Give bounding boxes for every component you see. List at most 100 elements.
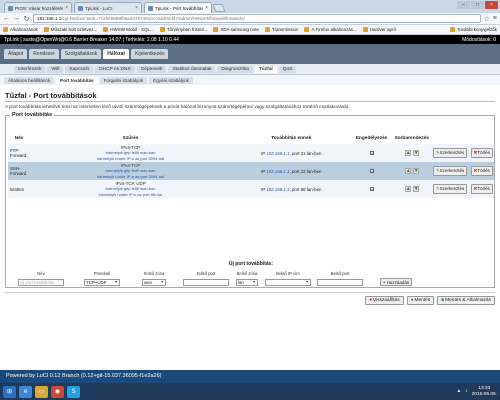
browser-tab-active[interactable]: TpLink - Port továbbítás × [144, 2, 212, 13]
firewall-menu: Általános beállítások Port továbbítás Fo… [0, 75, 500, 85]
tab-firewall[interactable]: Tűzfal [254, 66, 277, 73]
rule-actions: ✎Szerkesztés ✖Törlés [431, 180, 494, 198]
move-up-icon[interactable]: ▲ [404, 150, 411, 156]
bookmarks-more[interactable]: További könyvjelzők [449, 27, 497, 32]
new-name-cell: Új port továbbítás [6, 278, 76, 286]
protocol-select[interactable]: TCP+UDP ▼ [84, 278, 120, 286]
delete-button[interactable]: ✖Törlés [470, 166, 493, 176]
bookmark-item[interactable]: Tőrvényben frissül... [159, 27, 207, 32]
rule-match: IPv4-TCP bármelyik gép felől wan-ban bár… [30, 144, 231, 162]
tab-port-forwards[interactable]: Port továbbítás [56, 77, 98, 84]
enable-checkbox[interactable]: ✓ [369, 186, 374, 191]
ext-zone-select[interactable]: wan ▼ [142, 278, 166, 286]
bookmark-item[interactable]: Hardver aprő [362, 27, 396, 32]
start-icon[interactable]: ⊞ [3, 385, 16, 398]
move-down-icon[interactable]: ▼ [412, 168, 419, 174]
tab-static-routes[interactable]: Statikus útvonalak [168, 66, 216, 73]
close-window-icon[interactable]: × [485, 1, 498, 9]
save-button[interactable]: ● Mentés [406, 296, 435, 305]
ext-port-input[interactable] [183, 278, 229, 286]
network-icon[interactable]: ▲ [457, 389, 462, 394]
move-down-icon[interactable]: ▼ [412, 186, 419, 192]
tab-dhcp-dns[interactable]: DHCP és DNS [95, 66, 135, 73]
move-up-icon[interactable]: ▲ [404, 186, 411, 192]
revert-icon: ● [369, 298, 373, 303]
tab-qos[interactable]: QoS [278, 66, 297, 73]
url-path: /cgi-bin/luci/;stok=712be0899fb5a2376749… [61, 16, 245, 21]
table-row: letoltes IPv4-TCP, UDP bármelyik gép fel… [8, 180, 494, 198]
revert-label: Visszaállítás [373, 298, 400, 303]
col-sort: Sorbarendezés [394, 135, 429, 141]
tab-interfaces[interactable]: Interfészek [14, 66, 46, 73]
reload-icon[interactable]: ↻ [23, 15, 30, 23]
edit-button[interactable]: ✎Szerkesztés [433, 184, 468, 194]
bookmark-item[interactable]: Transmission [264, 27, 298, 32]
new-tab-button[interactable] [212, 4, 226, 12]
protocol-value: TCP+UDP [86, 279, 107, 285]
new-col-int-zone: Belső zóna [236, 271, 258, 276]
url-input[interactable]: 192.168.1.1/cgi-bin/luci/;stok=712be0899… [33, 14, 481, 23]
edit-button[interactable]: ✎Szerkesztés [433, 166, 468, 176]
browser-tab[interactable]: TpLink - LuCI × [74, 2, 142, 13]
forward-icon[interactable]: → [13, 15, 20, 22]
enable-checkbox[interactable]: ✓ [369, 168, 374, 173]
save-apply-label: Mentés & Alkalmazás [445, 298, 491, 303]
page-content: Állapot Rendszer Szolgáltatások Hálózat … [0, 44, 500, 370]
tab-hostnames[interactable]: Gépnevek [136, 66, 167, 73]
rule-enable: ✓ [351, 180, 392, 198]
move-up-icon[interactable]: ▲ [404, 168, 411, 174]
fwd-suffix: , port 22 lan-ben [289, 168, 322, 174]
bookmark-item[interactable]: Alkalmazások [3, 27, 38, 32]
int-port-input[interactable] [317, 278, 363, 286]
bookmark-item[interactable]: Műszaki bolt üzletvez... [43, 27, 97, 32]
maximize-icon[interactable]: □ [471, 1, 484, 9]
menu-system[interactable]: Rendszer [29, 49, 59, 59]
add-button[interactable]: + Hozzáadás [379, 278, 413, 286]
save-apply-button[interactable]: ■ Mentés & Alkalmazás [437, 296, 495, 305]
bookmark-item[interactable]: XDA samsung note [213, 27, 259, 32]
revert-button[interactable]: ● Visszaállítás [365, 296, 404, 305]
rule-sort: ▲ ▼ [391, 162, 432, 180]
ext-zone-value: wan [144, 279, 153, 285]
close-icon[interactable]: × [205, 5, 208, 11]
close-icon[interactable]: × [135, 5, 138, 11]
main-menu: Állapot Rendszer Szolgáltatások Hálózat … [0, 44, 500, 64]
volume-icon[interactable]: ♪ [465, 389, 467, 394]
menu-network[interactable]: Hálózat [103, 49, 130, 59]
minimize-icon[interactable]: – [457, 1, 470, 9]
menu-icon[interactable]: ≡ [493, 15, 497, 22]
star-icon[interactable]: ☆ [484, 15, 490, 23]
favicon-icon [78, 5, 83, 11]
tab-diagnostics[interactable]: Diagnosztika [217, 66, 253, 73]
menu-services[interactable]: Szolgáltatások [60, 49, 102, 59]
enable-checkbox[interactable]: ✓ [369, 150, 374, 155]
menu-status[interactable]: Állapot [4, 49, 28, 59]
fwd-prefix: IP [261, 150, 266, 156]
file-explorer-icon[interactable]: ▭ [35, 385, 48, 398]
delete-button[interactable]: ✖Törlés [470, 148, 493, 158]
match-dest: bármelyik router IP-n az port 3094-nál [96, 173, 165, 179]
browser-tab[interactable]: PIOS: Vásár hozzáférés × [4, 2, 72, 13]
bookmark-item[interactable]: HWSW Mobil - SQL... [103, 27, 154, 32]
bookmark-item[interactable]: A Firefox alkalmazás... [304, 27, 357, 32]
tab-traffic-rules[interactable]: Forgalmi szabályok [99, 77, 148, 84]
clock[interactable]: 13:33 2015.06.06. [472, 386, 497, 397]
back-icon[interactable]: ← [3, 15, 10, 22]
tab-wifi[interactable]: Wifi [47, 66, 64, 73]
close-icon[interactable]: × [65, 5, 68, 11]
changes-link[interactable]: Módosítások: 0 [462, 37, 496, 43]
int-ip-select[interactable]: ▼ [265, 278, 311, 286]
chrome-icon[interactable]: ◉ [51, 385, 64, 398]
move-down-icon[interactable]: ▼ [412, 150, 419, 156]
skype-icon[interactable]: S [67, 385, 80, 398]
tab-switch[interactable]: Kapcsoló [65, 66, 94, 73]
delete-button[interactable]: ✖Törlés [470, 184, 493, 194]
tab-general-settings[interactable]: Általános beállítások [4, 77, 55, 84]
tab-custom-rules[interactable]: Egyéni szabályok [149, 77, 193, 84]
new-name-input[interactable]: Új port továbbítás [18, 278, 64, 286]
edit-button[interactable]: ✎Szerkesztés [433, 148, 468, 158]
int-zone-select[interactable]: lan ▼ [236, 278, 258, 286]
new-col-int-ip: Belső IP cím [276, 271, 300, 276]
menu-logout[interactable]: Kijelentkezés [131, 49, 169, 59]
browser-ie-icon[interactable]: e [19, 385, 32, 398]
